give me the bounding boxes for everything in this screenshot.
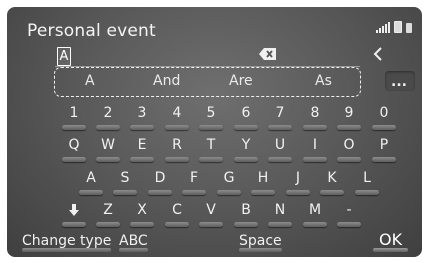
key-v[interactable]: V: [197, 198, 225, 228]
page-title: Personal event: [27, 21, 156, 41]
key-f[interactable]: F: [180, 166, 208, 196]
key-0[interactable]: 0: [370, 101, 398, 131]
key-6[interactable]: 6: [232, 101, 260, 131]
key-1[interactable]: 1: [60, 101, 88, 131]
key-m[interactable]: M: [301, 198, 329, 228]
input-current-text: A: [57, 47, 71, 66]
key-a[interactable]: A: [77, 166, 105, 196]
space-button[interactable]: Space: [239, 233, 282, 252]
key-x[interactable]: X: [128, 198, 156, 228]
key-5[interactable]: 5: [197, 101, 225, 131]
key-i[interactable]: I: [301, 133, 329, 163]
battery-icon: [394, 21, 402, 33]
key-y[interactable]: Y: [232, 133, 260, 163]
key-g[interactable]: G: [215, 166, 243, 196]
key-l[interactable]: L: [353, 166, 381, 196]
key-u[interactable]: U: [266, 133, 294, 163]
suggestion-item[interactable]: Are: [229, 73, 253, 89]
key-2[interactable]: 2: [94, 101, 122, 131]
key-c[interactable]: C: [163, 198, 191, 228]
key-w[interactable]: W: [94, 133, 122, 163]
backspace-icon[interactable]: [259, 47, 277, 61]
key-3[interactable]: 3: [128, 101, 156, 131]
key-z[interactable]: Z: [94, 198, 122, 228]
key-k[interactable]: K: [318, 166, 346, 196]
key-8[interactable]: 8: [301, 101, 329, 131]
more-label: ...: [391, 74, 407, 90]
suggestion-item[interactable]: As: [315, 73, 332, 89]
status-indicators: [376, 21, 412, 33]
key-d[interactable]: D: [146, 166, 174, 196]
suggestion-item[interactable]: A: [85, 73, 95, 89]
key-q[interactable]: Q: [60, 133, 88, 163]
text-input-field[interactable]: [55, 46, 360, 67]
key-b[interactable]: B: [232, 198, 260, 228]
shift-key[interactable]: [60, 198, 88, 228]
key-r[interactable]: R: [163, 133, 191, 163]
down-arrow-icon: [69, 204, 79, 216]
key-hyphen[interactable]: -: [335, 198, 363, 228]
key-t[interactable]: T: [197, 133, 225, 163]
key-o[interactable]: O: [335, 133, 363, 163]
key-h[interactable]: H: [249, 166, 277, 196]
key-s[interactable]: S: [111, 166, 139, 196]
chevron-left-icon[interactable]: [371, 45, 385, 63]
suggestion-list: A And Are As: [54, 67, 361, 97]
key-p[interactable]: P: [370, 133, 398, 163]
phone-icon: [406, 23, 412, 33]
key-e[interactable]: E: [128, 133, 156, 163]
keyboard-screen: Personal event A A And Are As ... 1 2 3 …: [7, 7, 422, 257]
more-suggestions-button[interactable]: ...: [385, 71, 415, 91]
key-7[interactable]: 7: [266, 101, 294, 131]
key-j[interactable]: J: [284, 166, 312, 196]
suggestion-item[interactable]: And: [153, 73, 180, 89]
key-n[interactable]: N: [266, 198, 294, 228]
ok-button[interactable]: OK: [372, 230, 409, 252]
key-9[interactable]: 9: [335, 101, 363, 131]
key-4[interactable]: 4: [163, 101, 191, 131]
change-type-button[interactable]: Change type: [22, 233, 112, 252]
signal-strength-icon: [376, 22, 390, 33]
mode-abc-button[interactable]: ABC: [119, 233, 148, 252]
